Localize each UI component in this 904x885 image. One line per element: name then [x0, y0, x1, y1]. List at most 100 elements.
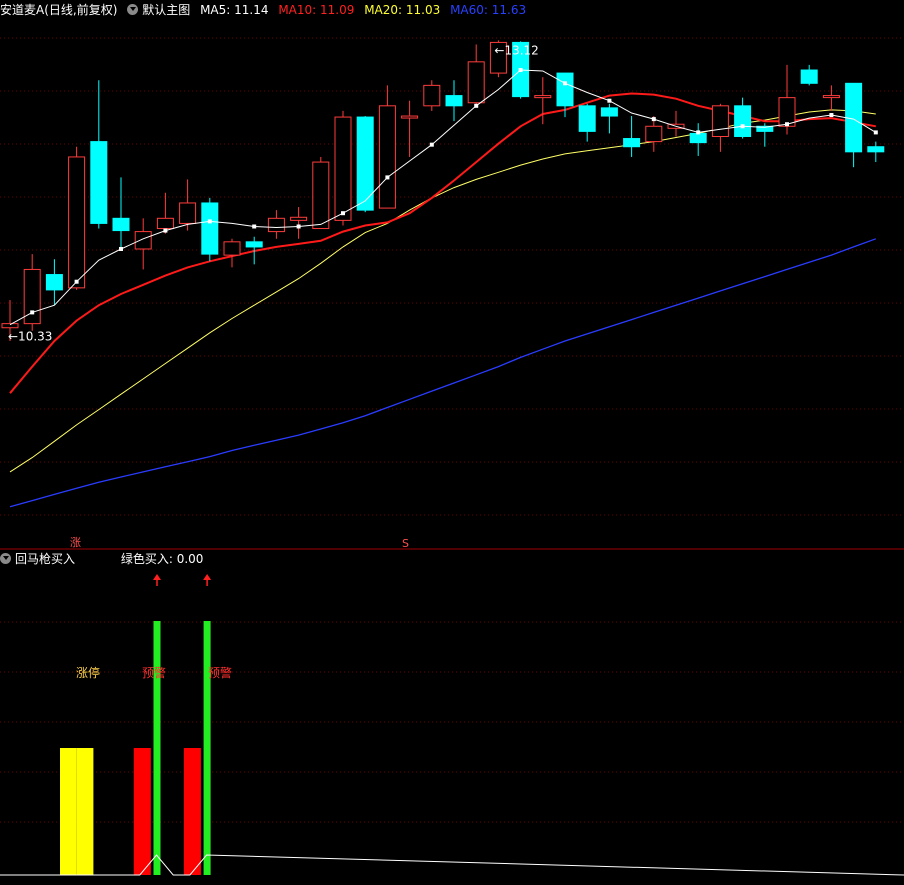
buy-arrow-head — [153, 574, 161, 580]
candle-body — [689, 132, 707, 144]
buy-arrow-head — [203, 574, 212, 580]
candle — [578, 103, 596, 142]
green-signal-bar — [153, 621, 161, 875]
ma5-point — [207, 219, 212, 224]
candle — [711, 103, 729, 152]
ma20-readout: MA20: 11.03 — [364, 3, 441, 17]
candle-body — [267, 217, 285, 233]
candle-body — [867, 146, 885, 153]
ma5-point — [829, 113, 834, 118]
candle — [401, 100, 419, 157]
ma5-point — [252, 224, 257, 229]
buy-arrow — [203, 574, 212, 586]
candles — [1, 40, 885, 342]
candle-body — [800, 69, 818, 84]
chart-stage: ←13.12 ←10.33 涨 S 涨停 预警 预警 — [0, 37, 904, 876]
candle-body — [401, 115, 419, 119]
limit-up-marker: 涨 — [70, 536, 81, 549]
ma5-point — [651, 117, 656, 122]
ma5-point — [607, 98, 612, 103]
candle — [68, 146, 86, 290]
ma60-line — [9, 238, 877, 508]
template-selector[interactable]: 默认主图 — [127, 3, 190, 17]
indicator-selector[interactable]: 回马枪买入 — [0, 552, 75, 566]
candle-body — [68, 156, 86, 289]
ma5-readout: MA5: 11.14 — [200, 3, 269, 17]
candle-body — [45, 274, 63, 291]
candle-body — [245, 241, 263, 248]
candle — [356, 116, 374, 213]
ma5-point — [341, 211, 345, 216]
candle — [734, 97, 752, 139]
main-chart-header: 安道麦A(日线,前复权) 默认主图 MA5: 11.14 MA10: 11.09… — [0, 0, 532, 20]
candle-body — [112, 217, 130, 232]
dropdown-icon — [127, 4, 139, 15]
ma5-point — [119, 246, 123, 251]
candle-body — [600, 107, 618, 117]
indicator-header: 回马枪买入 绿色买入: 0.00 — [0, 549, 209, 569]
candle-body — [378, 105, 396, 209]
candle — [467, 44, 485, 106]
indicator-value: 绿色买入: 0.00 — [120, 552, 204, 566]
candle — [800, 64, 818, 86]
candle — [623, 116, 641, 157]
candle — [312, 156, 330, 230]
yellow-signal-bar — [60, 748, 77, 875]
candle — [689, 123, 707, 156]
candle-body — [778, 97, 796, 127]
candle-body — [645, 125, 663, 143]
ma5-point — [740, 124, 745, 129]
ma5-point — [696, 130, 701, 135]
red-signal-bar — [183, 748, 201, 875]
candle — [156, 192, 174, 234]
candle — [845, 82, 863, 168]
signal-label: 预警 — [142, 665, 166, 680]
ma20-line — [9, 109, 876, 473]
stock-title[interactable]: 安道麦A(日线,前复权) — [0, 3, 117, 17]
candle — [600, 103, 618, 134]
template-label: 默认主图 — [142, 3, 191, 17]
red-signal-bar — [133, 748, 151, 875]
indicator-bars — [60, 621, 211, 875]
candle — [112, 177, 130, 249]
candle-body — [578, 105, 596, 132]
candle-body — [623, 138, 641, 148]
candle — [201, 197, 219, 262]
candle-body — [134, 231, 152, 250]
candle-body — [534, 95, 552, 99]
candle — [223, 238, 241, 268]
candle-body — [156, 217, 174, 230]
candle-body — [734, 105, 752, 137]
low-annotation: ←10.33 — [8, 330, 52, 344]
candle-body — [467, 61, 485, 104]
ma10-readout: MA10: 11.09 — [278, 3, 355, 17]
candle — [45, 259, 63, 306]
signal-label: 预警 — [208, 665, 232, 680]
ma5-point — [474, 103, 479, 108]
candle — [134, 218, 152, 270]
candle-body — [90, 141, 108, 224]
candle — [23, 254, 41, 331]
ma5-point — [30, 310, 35, 315]
candle-body — [822, 95, 840, 99]
candle-body — [423, 84, 441, 107]
ma5-point — [785, 122, 789, 127]
candle — [90, 80, 108, 229]
signal-label: 涨停 — [76, 665, 100, 680]
candle-body — [711, 105, 729, 137]
green-signal-bar — [203, 621, 211, 875]
ma5-point — [518, 68, 523, 73]
ma5-point — [873, 130, 878, 135]
indicator-name: 回马枪买入 — [15, 552, 76, 566]
high-annotation: ←13.12 — [494, 43, 538, 57]
candle — [423, 80, 441, 111]
dropdown-icon — [0, 553, 11, 564]
main-gridlines — [0, 37, 904, 516]
candle — [290, 207, 308, 239]
candle-body — [290, 216, 308, 221]
candle — [445, 80, 463, 122]
candle-body — [312, 161, 330, 230]
ma5-point — [74, 279, 79, 284]
ma5-point — [429, 142, 434, 147]
candle-body — [334, 116, 352, 221]
